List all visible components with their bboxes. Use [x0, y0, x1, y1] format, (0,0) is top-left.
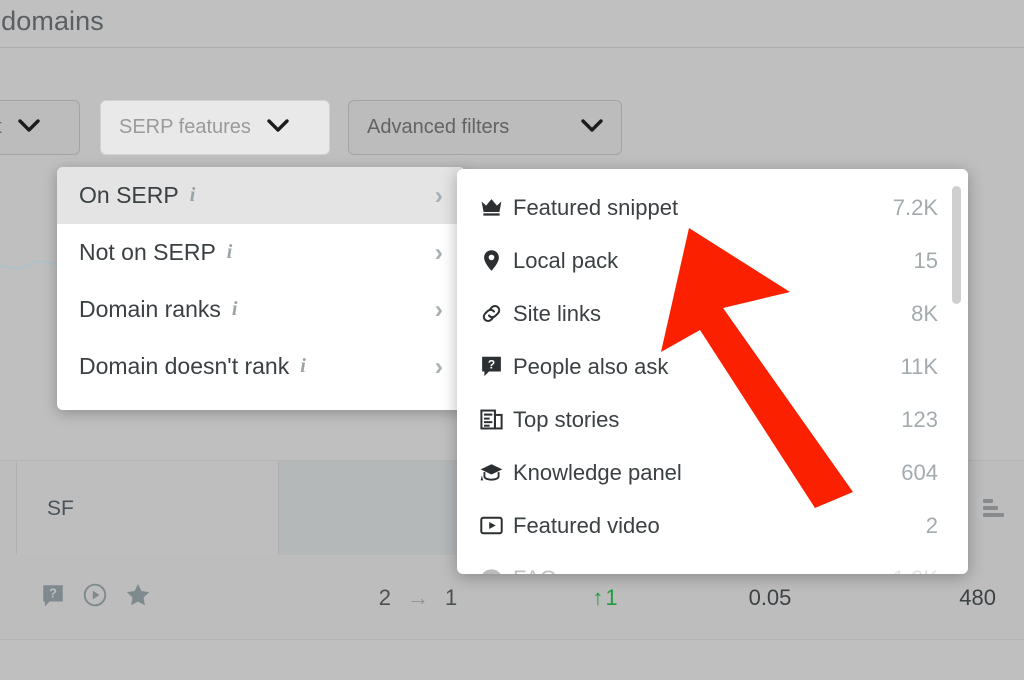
map-pin-icon [479, 248, 513, 273]
trend-up-indicator: ↑ 1 [592, 585, 617, 611]
submenu-item-featured-snippet[interactable]: Featured snippet 7.2K [457, 181, 968, 234]
menu-bottom-padding [57, 395, 465, 410]
menu-item-domain-doesnt-rank-label: Domain doesn't rank [79, 353, 290, 379]
submenu-item-featured-video-count: 2 [925, 512, 938, 538]
info-icon[interactable]: i [232, 298, 238, 321]
chevron-right-icon: › [434, 238, 443, 266]
filter-toolbar: nt SERP features Advanced filters [0, 100, 1024, 158]
submenu-item-top-stories[interactable]: Top stories 123 [457, 393, 968, 446]
chevron-right-icon: › [434, 181, 443, 209]
chevron-right-icon: › [434, 295, 443, 323]
page-title: odomains [0, 6, 104, 36]
crown-icon [479, 195, 513, 220]
submenu-item-knowledge-panel-label: Knowledge panel [513, 459, 682, 485]
info-icon[interactable]: i [300, 355, 306, 378]
submenu-item-local-pack-label: Local pack [513, 247, 619, 273]
chat-bubble-icon [479, 566, 513, 574]
svg-text:?: ? [488, 357, 495, 371]
menu-item-not-on-serp[interactable]: Not on SERP i › [57, 224, 465, 281]
menu-item-domain-ranks[interactable]: Domain ranks i › [57, 281, 465, 338]
submenu-item-knowledge-panel[interactable]: Knowledge panel 604 [457, 446, 968, 499]
submenu-item-people-also-ask-label: People also ask [513, 353, 669, 379]
intent-filter-label: nt [0, 116, 2, 139]
submenu-item-featured-snippet-count: 7.2K [892, 194, 938, 220]
info-icon[interactable]: i [190, 184, 196, 207]
submenu-item-site-links-count: 8K [911, 300, 938, 326]
newspaper-icon [479, 407, 513, 432]
column-header-sf[interactable]: SF [16, 461, 278, 556]
submenu-item-featured-snippet-label: Featured snippet [513, 194, 679, 220]
serp-features-filter-label: SERP features [119, 116, 251, 138]
graduation-cap-icon [479, 460, 513, 485]
chevron-down-icon [17, 119, 40, 136]
cell-serp-features: ? [40, 555, 270, 640]
sort-icon[interactable] [983, 498, 1004, 519]
question-bubble-icon[interactable]: ? [40, 582, 66, 614]
column-header-sf-label: SF [47, 496, 74, 520]
menu-item-not-on-serp-label: Not on SERP [79, 239, 216, 265]
submenu-item-people-also-ask[interactable]: ? People also ask 11K [457, 340, 968, 393]
submenu-item-top-stories-count: 123 [901, 406, 938, 432]
svg-text:?: ? [49, 585, 57, 600]
menu-item-domain-ranks-label: Domain ranks [79, 296, 221, 322]
submenu-item-top-stories-label: Top stories [513, 406, 620, 432]
submenu-item-people-also-ask-count: 11K [900, 353, 938, 379]
submenu-item-featured-video[interactable]: Featured video 2 [457, 499, 968, 552]
menu-item-on-serp-label: On SERP [79, 182, 179, 208]
background-chart-remnant [0, 252, 60, 278]
menu-item-domain-doesnt-rank[interactable]: Domain doesn't rank i › [57, 338, 465, 395]
submenu-item-site-links[interactable]: Site links 8K [457, 287, 968, 340]
serp-features-submenu: Featured snippet 7.2K Local pack 15 Site… [457, 169, 968, 574]
submenu-item-local-pack[interactable]: Local pack 15 [457, 234, 968, 287]
submenu-item-faq[interactable]: FAQ 1.3K [457, 552, 968, 574]
chevron-right-icon: › [434, 352, 443, 380]
play-box-icon [479, 513, 513, 538]
play-circle-icon[interactable] [82, 582, 108, 614]
star-icon[interactable] [124, 581, 152, 615]
link-chain-icon [479, 301, 513, 326]
advanced-filters-button[interactable]: Advanced filters [348, 100, 622, 155]
serp-features-filter-button[interactable]: SERP features [100, 100, 330, 155]
serp-features-dropdown-menu: On SERP i › Not on SERP i › Domain ranks… [57, 167, 465, 410]
arrow-up-icon: ↑ [592, 584, 604, 610]
page-header: odomains [0, 0, 1024, 48]
submenu-item-site-links-label: Site links [513, 300, 602, 326]
submenu-item-local-pack-count: 15 [913, 247, 938, 273]
arrow-right-icon: → [407, 584, 429, 610]
intent-filter-button[interactable]: nt [0, 100, 80, 155]
info-icon[interactable]: i [227, 241, 233, 264]
submenu-item-faq-label: FAQ [513, 566, 893, 575]
menu-item-on-serp[interactable]: On SERP i › [57, 167, 465, 224]
submenu-item-knowledge-panel-count: 604 [901, 459, 938, 485]
advanced-filters-label: Advanced filters [367, 116, 510, 138]
position-change-value: 1 [605, 584, 618, 610]
submenu-item-featured-video-label: Featured video [513, 512, 660, 538]
position-to: 1 [445, 584, 458, 610]
chevron-down-icon [267, 119, 289, 136]
chevron-down-icon [581, 119, 603, 136]
submenu-scrollbar-thumb[interactable] [952, 186, 961, 304]
question-bubble-icon: ? [479, 354, 513, 379]
submenu-scroll-area: Featured snippet 7.2K Local pack 15 Site… [457, 169, 968, 574]
position-from: 2 [378, 584, 391, 610]
submenu-item-faq-count: 1.3K [893, 566, 938, 575]
